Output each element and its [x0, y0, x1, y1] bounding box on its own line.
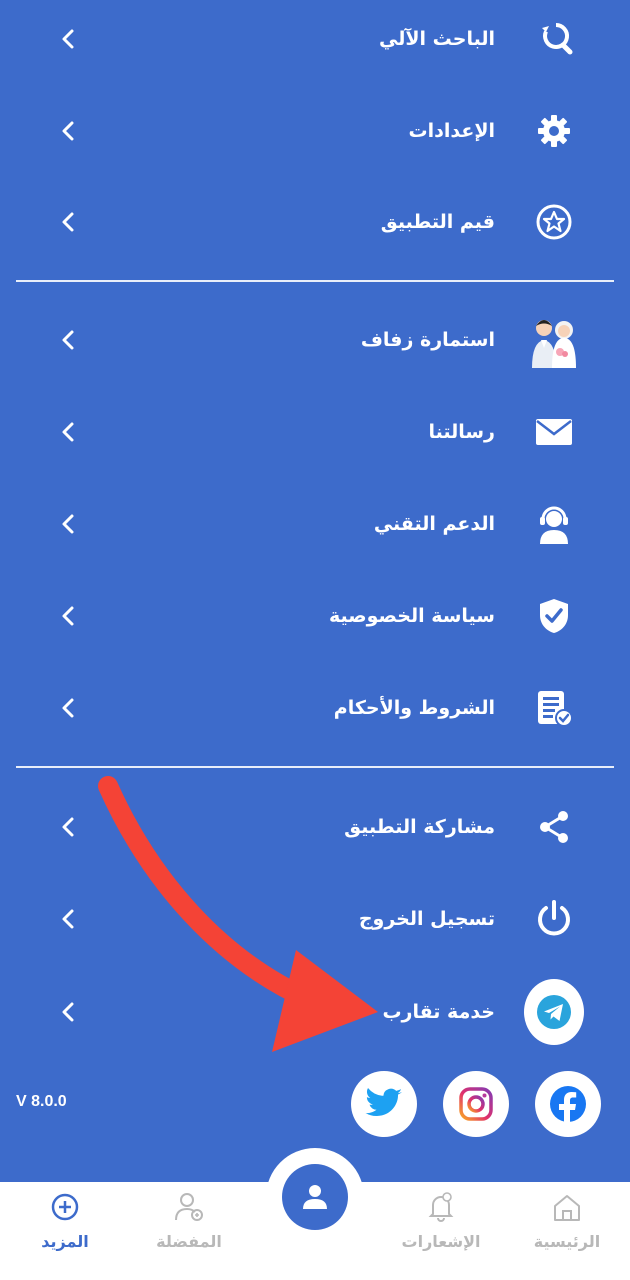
menu-item-label: الباحث الآلي [379, 28, 495, 50]
app-version: V 8.0.0 [16, 1093, 67, 1110]
menu-item-privacy-policy[interactable]: سياسة الخصوصية [0, 586, 630, 646]
menu-item-label: الإعدادات [408, 120, 495, 142]
menu-item-label: الشروط والأحكام [333, 697, 495, 719]
nav-notifications[interactable]: الإشعارات [376, 1182, 506, 1280]
nav-label: الإشعارات [401, 1232, 481, 1251]
menu-item-label: قيم التطبيق [380, 211, 495, 233]
menu-item-label: رسالتنا [428, 421, 495, 443]
menu-item-label: خدمة تقارب [382, 1001, 495, 1023]
menu-item-terms[interactable]: الشروط والأحكام [0, 678, 630, 738]
menu-item-rate-app[interactable]: قيم التطبيق [0, 192, 630, 252]
mail-icon [524, 406, 584, 458]
menu-item-label: مشاركة التطبيق [344, 816, 495, 838]
user-heart-icon [175, 1193, 203, 1221]
chevron-left-icon [62, 606, 74, 626]
chevron-left-icon [62, 1002, 74, 1022]
nav-label: المفضلة [156, 1232, 222, 1251]
nav-label: الرئيسية [533, 1232, 601, 1251]
menu-item-label: استمارة زفاف [360, 329, 495, 351]
menu-item-auto-search[interactable]: الباحث الآلي [0, 9, 630, 69]
chevron-left-icon [62, 422, 74, 442]
gear-icon [524, 105, 584, 157]
menu-item-our-message[interactable]: رسالتنا [0, 402, 630, 462]
share-icon [524, 801, 584, 853]
instagram-icon [459, 1087, 493, 1121]
nav-home[interactable]: الرئيسية [502, 1182, 630, 1280]
menu-item-share-app[interactable]: مشاركة التطبيق [0, 797, 630, 857]
home-icon [554, 1195, 580, 1221]
menu-divider [16, 766, 614, 768]
menu-divider [16, 280, 614, 282]
power-icon [524, 893, 584, 945]
menu-item-label: سياسة الخصوصية [328, 605, 495, 627]
document-check-icon [524, 682, 584, 734]
search-refresh-icon [524, 13, 584, 65]
menu-item-taqarob-service[interactable]: خدمة تقارب [0, 979, 630, 1045]
menu-item-label: الدعم التقني [373, 513, 495, 535]
chevron-left-icon [62, 121, 74, 141]
nav-favorites[interactable]: المفضلة [124, 1182, 254, 1280]
chevron-left-icon [62, 817, 74, 837]
facebook-icon [550, 1086, 586, 1124]
facebook-button[interactable] [535, 1071, 601, 1137]
twitter-button[interactable] [351, 1071, 417, 1137]
menu-item-tech-support[interactable]: الدعم التقني [0, 494, 630, 554]
profile-icon [303, 1185, 327, 1209]
nav-label: المزيد [41, 1232, 89, 1251]
chevron-left-icon [62, 29, 74, 49]
chevron-left-icon [62, 330, 74, 350]
plus-circle-icon [51, 1193, 79, 1221]
chevron-left-icon [62, 698, 74, 718]
headset-support-icon [524, 498, 584, 550]
menu-item-label: تسجيل الخروج [358, 908, 495, 930]
bell-icon [428, 1192, 454, 1222]
wedding-couple-icon [524, 314, 584, 368]
profile-button[interactable] [282, 1164, 348, 1230]
shield-check-icon [524, 590, 584, 642]
twitter-icon [365, 1088, 402, 1117]
star-circle-icon [524, 196, 584, 248]
menu-item-settings[interactable]: الإعدادات [0, 101, 630, 161]
instagram-button[interactable] [443, 1071, 509, 1137]
nav-more[interactable]: المزيد [0, 1182, 130, 1280]
chevron-left-icon [62, 514, 74, 534]
chevron-left-icon [62, 212, 74, 232]
telegram-icon [524, 979, 584, 1045]
menu-item-logout[interactable]: تسجيل الخروج [0, 889, 630, 949]
menu-item-wedding-form[interactable]: استمارة زفاف [0, 310, 630, 370]
chevron-left-icon [62, 909, 74, 929]
